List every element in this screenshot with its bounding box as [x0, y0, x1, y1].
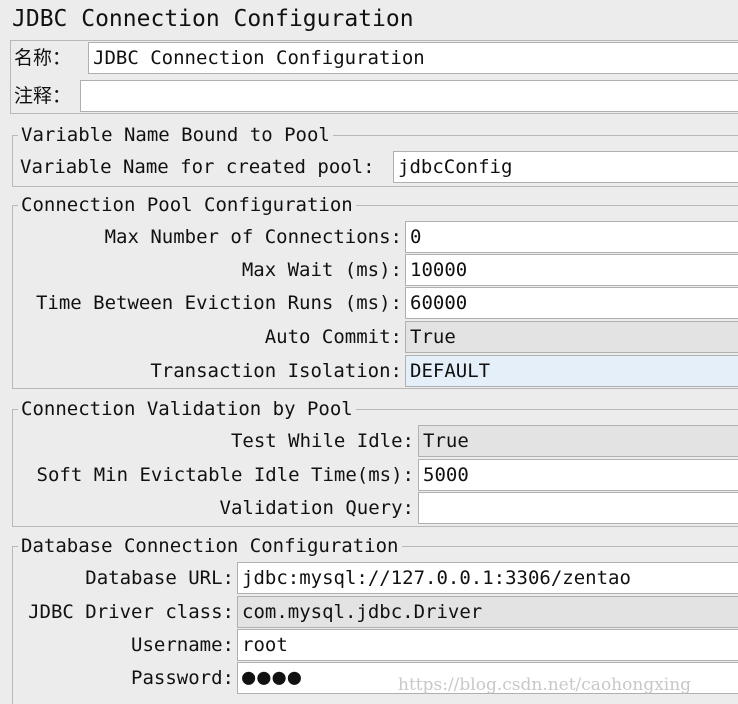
soft-min-idle-label: Soft Min Evictable Idle Time(ms): [36, 464, 415, 486]
username-input[interactable]: root [237, 629, 738, 661]
watermark: https://blog.csdn.net/caohongxing [398, 675, 692, 695]
variable-name-input[interactable]: jdbcConfig [393, 151, 738, 183]
name-label: 名称： [14, 47, 72, 69]
variable-name-group-legend: Variable Name Bound to Pool [18, 122, 333, 148]
test-while-idle-select[interactable]: True [418, 425, 738, 457]
page-title: JDBC Connection Configuration [12, 6, 414, 32]
jdbc-driver-label: JDBC Driver class: [28, 601, 234, 623]
max-connections-input[interactable]: 0 [405, 221, 738, 253]
max-wait-label: Max Wait (ms): [241, 259, 402, 281]
test-while-idle-label: Test While Idle: [230, 430, 414, 452]
name-input[interactable]: JDBC Connection Configuration [88, 42, 738, 74]
max-wait-input[interactable]: 10000 [405, 254, 738, 286]
validation-query-label: Validation Query: [219, 497, 414, 519]
transaction-isolation-label: Transaction Isolation: [150, 360, 402, 382]
max-connections-label: Max Number of Connections: [104, 226, 402, 248]
eviction-runs-input[interactable]: 60000 [405, 287, 738, 319]
comment-input[interactable] [80, 80, 738, 112]
auto-commit-label: Auto Commit: [264, 326, 402, 348]
username-label: Username: [131, 634, 234, 656]
validation-query-input[interactable] [418, 492, 738, 524]
jdbc-driver-select[interactable]: com.mysql.jdbc.Driver [237, 596, 738, 628]
soft-min-idle-input[interactable]: 5000 [418, 459, 738, 491]
variable-name-label: Variable Name for created pool: [20, 156, 375, 178]
database-config-group-legend: Database Connection Configuration [18, 533, 402, 559]
password-mask: ●●●● [242, 665, 303, 690]
transaction-isolation-select[interactable]: DEFAULT [405, 355, 738, 387]
eviction-runs-label: Time Between Eviction Runs (ms): [35, 292, 402, 314]
auto-commit-select[interactable]: True [405, 321, 738, 353]
password-label: Password: [131, 667, 234, 689]
comment-label: 注释： [14, 85, 72, 107]
pool-config-group-legend: Connection Pool Configuration [18, 192, 356, 218]
database-url-label: Database URL: [85, 567, 234, 589]
validation-group-legend: Connection Validation by Pool [18, 396, 356, 422]
database-url-input[interactable]: jdbc:mysql://127.0.0.1:3306/zentao [237, 562, 738, 594]
